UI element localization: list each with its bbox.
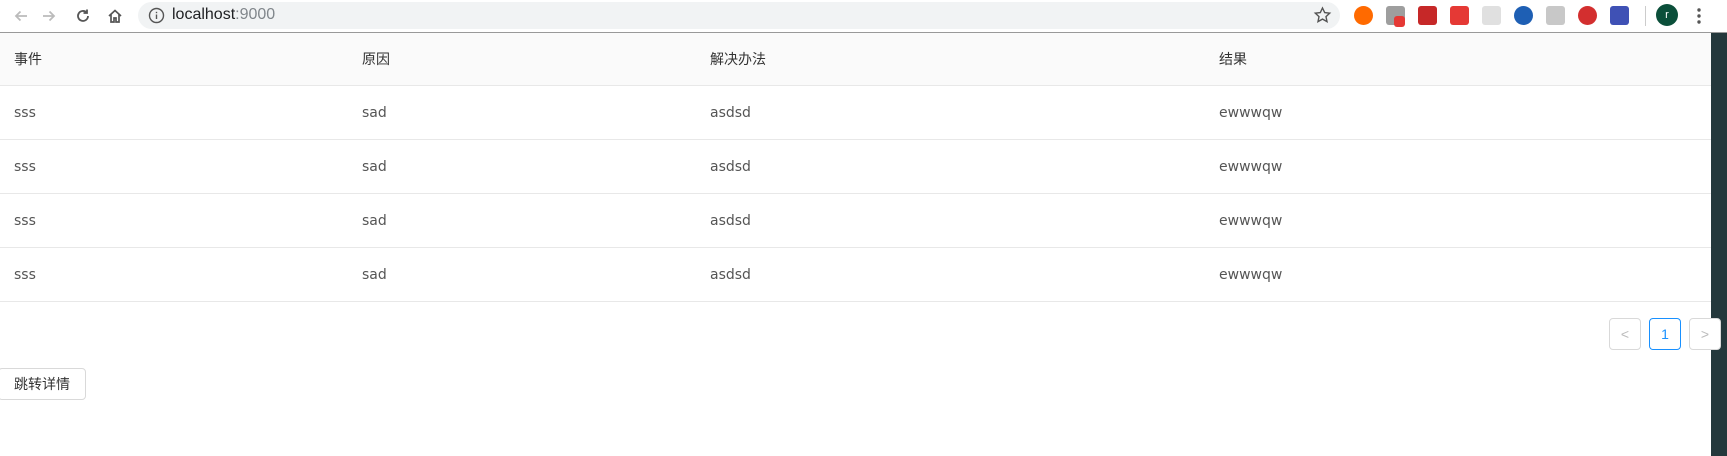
- column-header: 原因: [362, 52, 390, 68]
- toolbar-divider: [1645, 6, 1646, 26]
- back-arrow-icon[interactable]: [10, 5, 32, 27]
- table-cell: sss: [14, 212, 36, 229]
- table-row: sss sad asdsd ewwwqw: [0, 248, 1711, 302]
- window-edge: [1711, 33, 1727, 456]
- column-header: 解决办法: [710, 52, 766, 68]
- extension-adblock-icon[interactable]: [1578, 6, 1597, 25]
- table-cell: sss: [14, 266, 36, 283]
- browser-toolbar: localhost:9000 r: [0, 0, 1727, 33]
- table-cell: asdsd: [710, 266, 751, 283]
- table-row: sss sad asdsd ewwwqw: [0, 194, 1711, 248]
- more-menu-icon[interactable]: [1693, 6, 1705, 26]
- address-bar[interactable]: localhost:9000: [138, 2, 1340, 29]
- prev-page-button[interactable]: <: [1609, 318, 1641, 350]
- table-header: 事件 原因 解决办法 结果: [0, 33, 1711, 86]
- table-cell: asdsd: [710, 212, 751, 229]
- table-row: sss sad asdsd ewwwqw: [0, 86, 1711, 140]
- table-cell: asdsd: [710, 104, 751, 121]
- extension-infinity-icon[interactable]: [1354, 6, 1373, 25]
- bookmark-star-icon[interactable]: [1313, 6, 1332, 25]
- extension-globe-icon[interactable]: [1514, 6, 1533, 25]
- page-1-button[interactable]: 1: [1649, 318, 1681, 350]
- goto-detail-button[interactable]: 跳转详情: [0, 368, 86, 400]
- table-cell: ewwwqw: [1219, 104, 1283, 121]
- table-cell: ewwwqw: [1219, 266, 1283, 283]
- table-cell: asdsd: [710, 158, 751, 175]
- profile-avatar[interactable]: r: [1656, 4, 1678, 26]
- table-cell: sad: [362, 266, 387, 283]
- data-table: 事件 原因 解决办法 结果 sss sad asdsd ewwwqw sss s…: [0, 33, 1711, 302]
- table-row: sss sad asdsd ewwwqw: [0, 140, 1711, 194]
- table-cell: ewwwqw: [1219, 212, 1283, 229]
- column-header: 事件: [14, 52, 42, 68]
- table-cell: sad: [362, 212, 387, 229]
- extension-badge-icon: [1394, 16, 1405, 27]
- forward-arrow-icon[interactable]: [38, 5, 60, 27]
- extension-notes-icon[interactable]: [1610, 6, 1629, 25]
- table-cell: sad: [362, 158, 387, 175]
- table-cell: ewwwqw: [1219, 158, 1283, 175]
- extension-photo-icon[interactable]: [1418, 6, 1437, 25]
- extension-shield-icon[interactable]: [1546, 6, 1565, 25]
- info-icon[interactable]: [148, 7, 165, 24]
- home-icon[interactable]: [104, 5, 126, 27]
- extension-fe-icon[interactable]: [1450, 6, 1469, 25]
- reload-icon[interactable]: [72, 5, 94, 27]
- table-cell: sss: [14, 104, 36, 121]
- extension-tree-icon[interactable]: [1482, 6, 1501, 25]
- url-text: localhost:9000: [172, 6, 276, 23]
- table-cell: sss: [14, 158, 36, 175]
- next-page-button[interactable]: >: [1689, 318, 1721, 350]
- column-header: 结果: [1219, 52, 1247, 68]
- table-cell: sad: [362, 104, 387, 121]
